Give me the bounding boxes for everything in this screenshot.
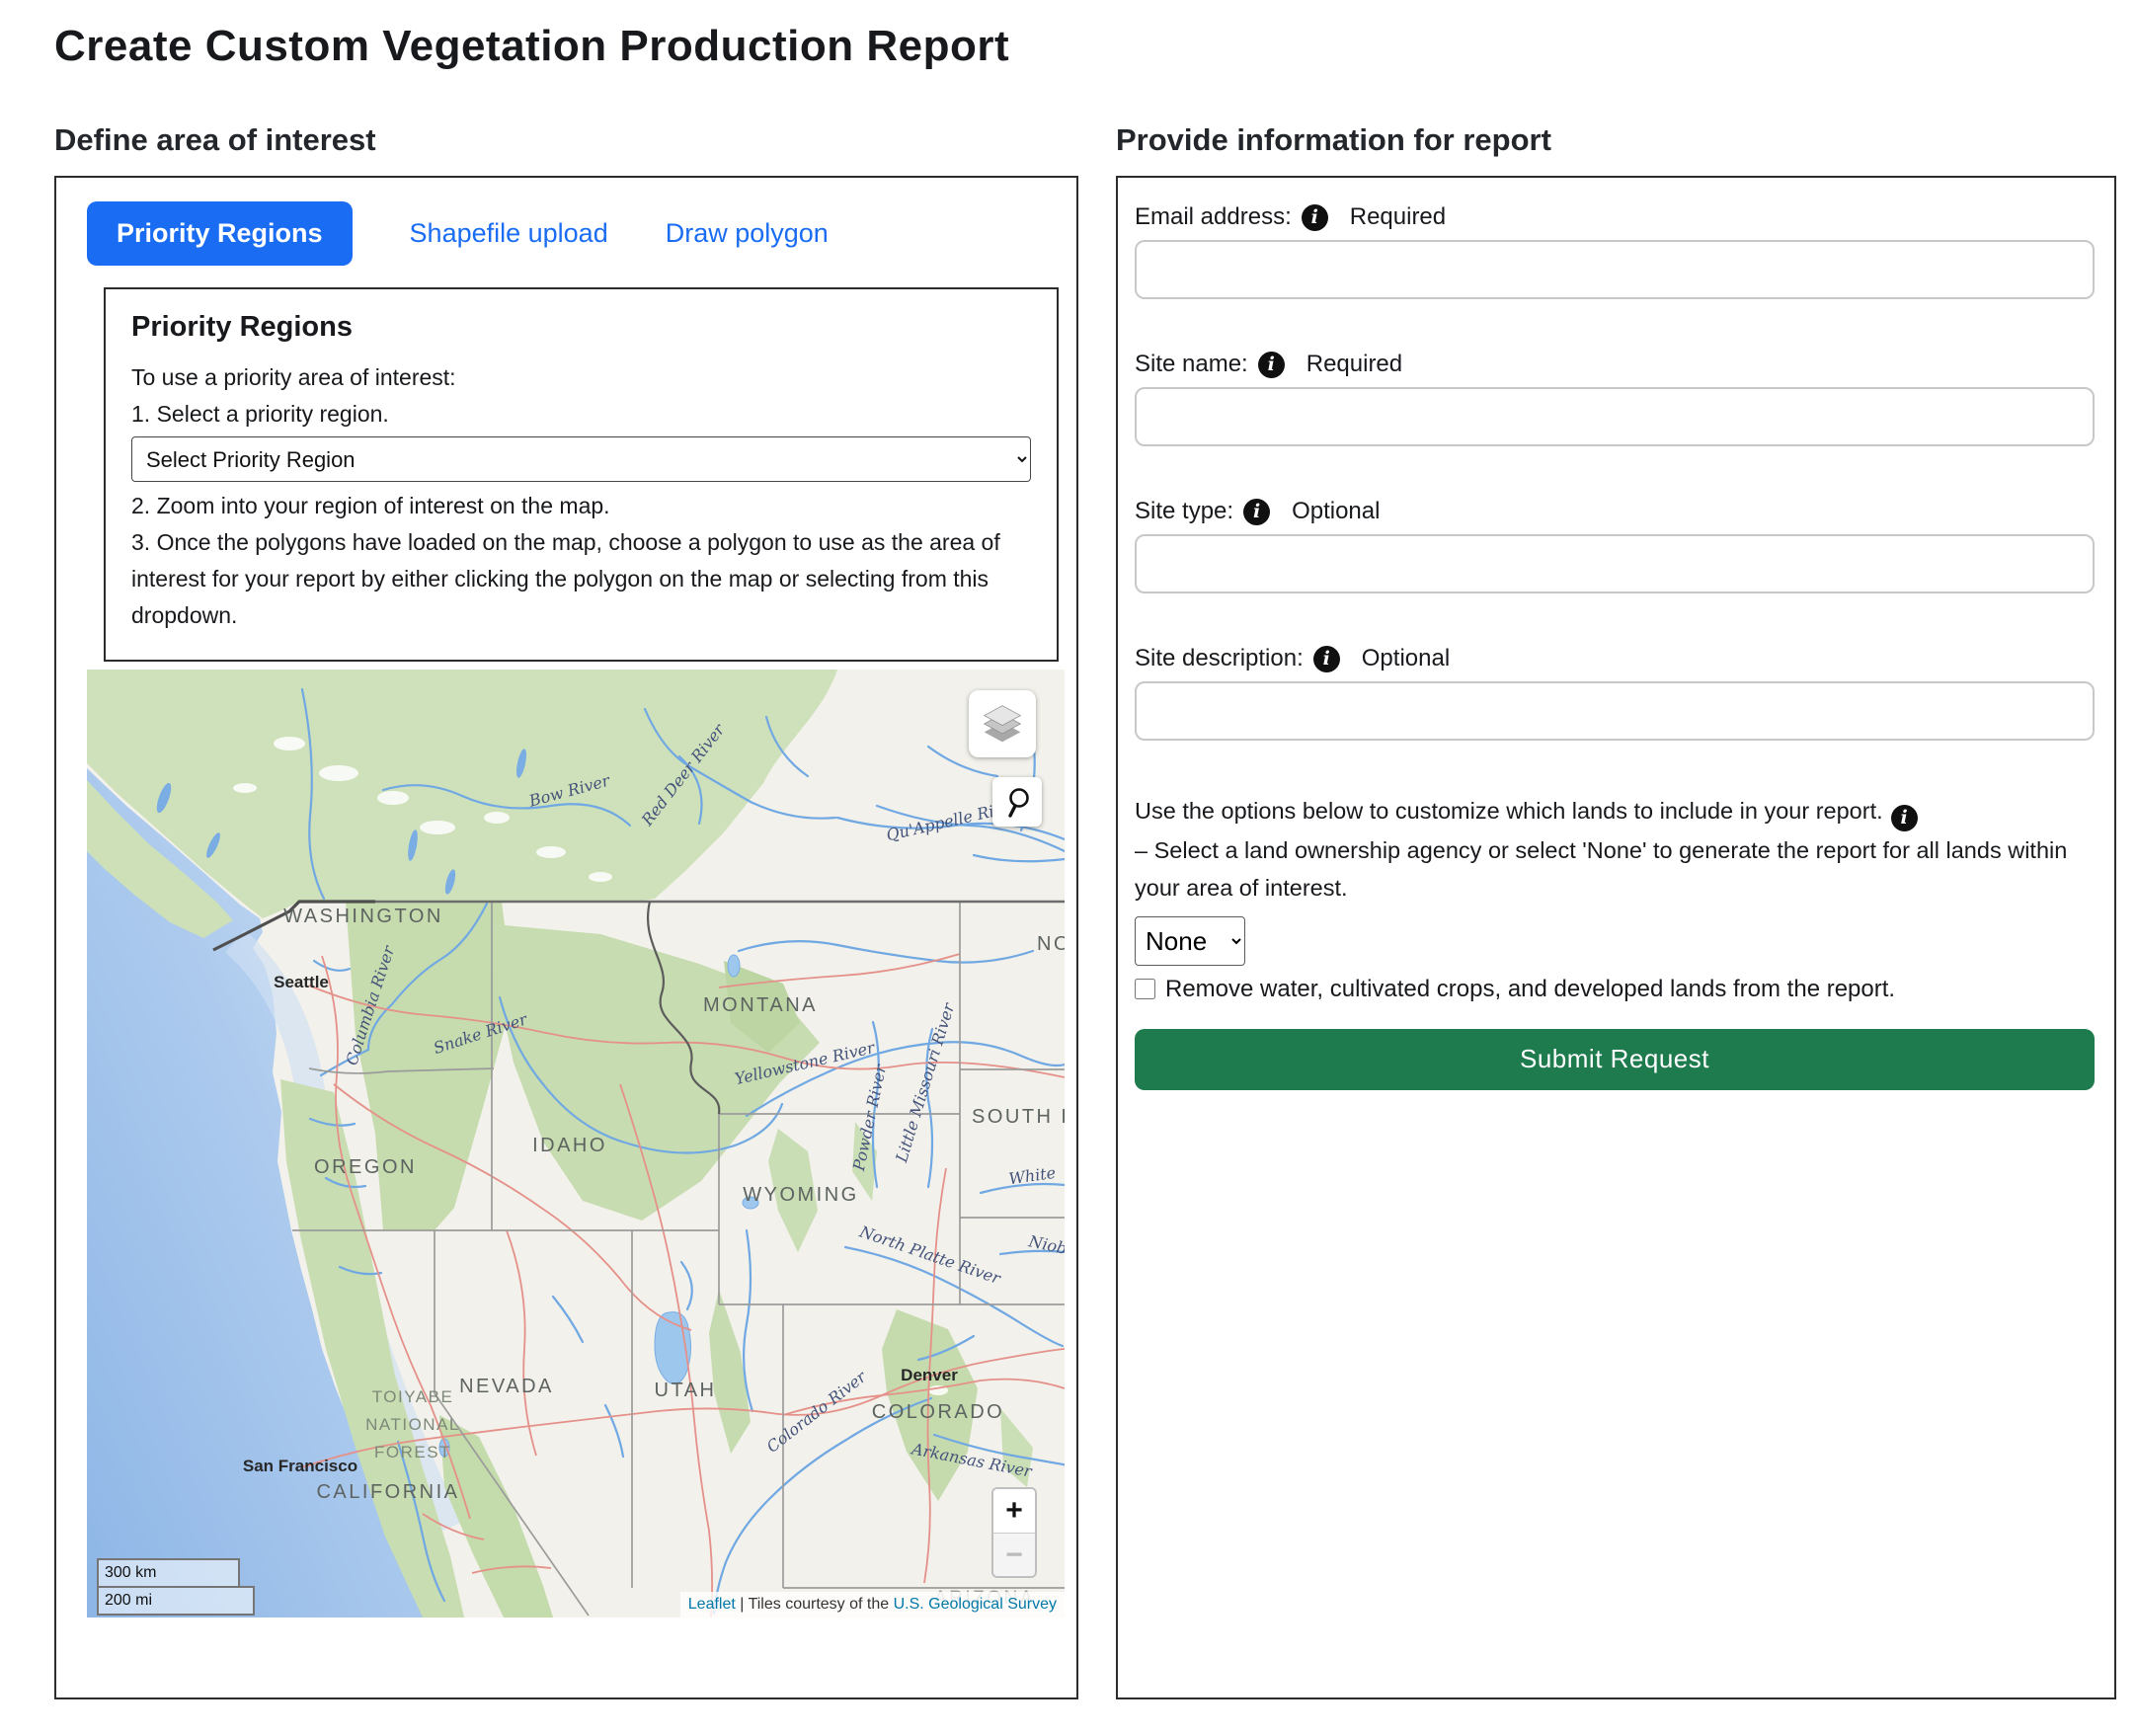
tab-draw-polygon[interactable]: Draw polygon bbox=[666, 218, 829, 249]
map-canvas: ARIZONA WASHINGTON MONTANA OREGON IDAHO … bbox=[87, 670, 1065, 1618]
usgs-link[interactable]: U.S. Geological Survey bbox=[894, 1596, 1057, 1613]
tab-shapefile-upload[interactable]: Shapefile upload bbox=[410, 218, 608, 249]
zoom-in-button[interactable]: + bbox=[993, 1489, 1035, 1533]
site-type-optional-text: Optional bbox=[1292, 498, 1380, 525]
map-label-forest-line2: NATIONAL bbox=[365, 1415, 460, 1434]
email-required-text: Required bbox=[1350, 203, 1446, 231]
site-description-input[interactable] bbox=[1135, 681, 2095, 741]
site-name-label: Site name: bbox=[1135, 351, 1248, 378]
map-scale-control: 300 km 200 mi bbox=[97, 1558, 255, 1616]
priority-regions-instructions: Priority Regions To use a priority area … bbox=[104, 287, 1059, 662]
map-label-city-san-francisco: San Francisco bbox=[243, 1457, 357, 1475]
zoom-out-button[interactable]: − bbox=[993, 1533, 1035, 1576]
map-label-state-oregon: OREGON bbox=[314, 1156, 417, 1178]
email-field-group: Email address: i Required bbox=[1135, 203, 2095, 299]
site-type-label: Site type: bbox=[1135, 498, 1233, 525]
site-description-field-group: Site description: i Optional bbox=[1135, 645, 2095, 741]
scale-miles: 200 mi bbox=[97, 1586, 255, 1616]
map-label-forest-line3: FOREST bbox=[374, 1443, 451, 1461]
map-search-control[interactable] bbox=[992, 777, 1042, 827]
remove-lands-checkbox-label: Remove water, cultivated crops, and deve… bbox=[1165, 976, 1895, 1003]
site-description-optional-text: Optional bbox=[1362, 645, 1450, 672]
site-type-info-icon[interactable]: i bbox=[1243, 499, 1270, 525]
submit-request-button[interactable]: Submit Request bbox=[1135, 1029, 2095, 1090]
scale-kilometers: 300 km bbox=[97, 1558, 240, 1586]
map-label-city-denver: Denver bbox=[901, 1366, 958, 1384]
layers-icon bbox=[977, 698, 1028, 750]
land-options-paragraph: Use the options below to customize which… bbox=[1135, 792, 2095, 907]
email-info-icon[interactable]: i bbox=[1302, 204, 1328, 231]
report-info-card: Email address: i Required Site name: i R… bbox=[1116, 176, 2116, 1699]
tab-priority-regions[interactable]: Priority Regions bbox=[87, 201, 353, 266]
search-icon bbox=[1000, 785, 1034, 819]
site-name-input[interactable] bbox=[1135, 387, 2095, 446]
instructions-step2: 2. Zoom into your region of interest on … bbox=[131, 488, 1031, 524]
remove-lands-checkbox[interactable] bbox=[1135, 979, 1155, 999]
site-name-field-group: Site name: i Required bbox=[1135, 351, 2095, 446]
map-layers-control[interactable] bbox=[969, 690, 1036, 757]
land-ownership-agency-select[interactable]: None bbox=[1135, 916, 1245, 966]
map-label-state-washington: WASHINGTON bbox=[283, 906, 443, 927]
leaflet-link[interactable]: Leaflet bbox=[688, 1596, 736, 1613]
area-of-interest-heading: Define area of interest bbox=[54, 122, 1078, 158]
map-label-state-nevada: NEVADA bbox=[459, 1376, 554, 1397]
site-name-required-text: Required bbox=[1306, 351, 1402, 378]
attribution-text: | Tiles courtesy of the bbox=[736, 1596, 894, 1613]
area-of-interest-card: Priority Regions Shapefile upload Draw p… bbox=[54, 176, 1078, 1699]
map-label-state-north-dakota: NO bbox=[1037, 933, 1065, 955]
report-info-section: Provide information for report Email add… bbox=[1116, 122, 2116, 1699]
area-of-interest-section: Define area of interest Priority Regions… bbox=[54, 122, 1078, 1699]
map-label-state-idaho: IDAHO bbox=[532, 1135, 607, 1156]
land-options-info-icon[interactable]: i bbox=[1891, 805, 1918, 831]
leaflet-map[interactable]: ARIZONA WASHINGTON MONTANA OREGON IDAHO … bbox=[87, 670, 1065, 1618]
map-label-city-seattle: Seattle bbox=[274, 973, 329, 991]
map-label-state-wyoming: WYOMING bbox=[743, 1184, 859, 1206]
map-zoom-control: + − bbox=[991, 1487, 1037, 1578]
page: Create Custom Vegetation Production Repo… bbox=[0, 0, 2137, 1736]
instructions-step1: 1. Select a priority region. bbox=[131, 396, 1031, 433]
priority-region-select[interactable]: Select Priority Region bbox=[131, 436, 1031, 482]
site-description-label: Site description: bbox=[1135, 645, 1304, 672]
map-label-state-utah: UTAH bbox=[655, 1380, 717, 1401]
site-description-info-icon[interactable]: i bbox=[1313, 646, 1340, 672]
site-type-field-group: Site type: i Optional bbox=[1135, 498, 2095, 593]
map-label-state-montana: MONTANA bbox=[703, 994, 818, 1016]
instructions-title: Priority Regions bbox=[131, 311, 1031, 344]
instructions-intro: To use a priority area of interest: bbox=[131, 359, 1031, 396]
land-options-line1: Use the options below to customize which… bbox=[1135, 798, 1883, 824]
report-info-heading: Provide information for report bbox=[1116, 122, 2116, 158]
email-label: Email address: bbox=[1135, 203, 1292, 231]
site-name-info-icon[interactable]: i bbox=[1258, 352, 1285, 378]
land-options-line2: – Select a land ownership agency or sele… bbox=[1135, 837, 2067, 901]
map-attribution: Leaflet | Tiles courtesy of the U.S. Geo… bbox=[680, 1592, 1065, 1618]
instructions-step3: 3. Once the polygons have loaded on the … bbox=[131, 524, 1031, 634]
email-input[interactable] bbox=[1135, 240, 2095, 299]
site-type-input[interactable] bbox=[1135, 534, 2095, 593]
map-label-state-south-dakota: SOUTH D bbox=[972, 1106, 1065, 1128]
page-title: Create Custom Vegetation Production Repo… bbox=[54, 22, 2114, 71]
tab-bar: Priority Regions Shapefile upload Draw p… bbox=[87, 201, 1063, 266]
map-label-state-colorado: COLORADO bbox=[872, 1401, 1004, 1423]
remove-lands-checkbox-row: Remove water, cultivated crops, and deve… bbox=[1135, 976, 2095, 1003]
map-label-state-california: CALIFORNIA bbox=[316, 1481, 459, 1503]
map-label-forest-line1: TOIYABE bbox=[372, 1387, 454, 1406]
